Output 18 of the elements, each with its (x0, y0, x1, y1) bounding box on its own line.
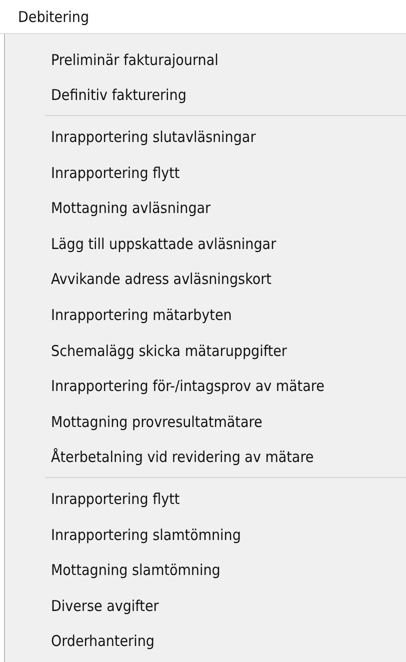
menu-item[interactable]: Inrapportering slamtömning (5, 516, 406, 552)
menu-item[interactable]: Orderhantering (5, 624, 406, 660)
menu-item[interactable]: Mottagning slamtömning (5, 552, 406, 588)
menu-item[interactable]: Inrapportering mätarbyten (5, 297, 406, 333)
menu-item[interactable]: Återbetalning vid revidering av mätare (5, 440, 406, 476)
menu-item[interactable]: Inrapportering för-/intagsprov av mätare (5, 368, 406, 404)
menu-item[interactable]: Inrapportering flytt (5, 154, 406, 190)
menu-item[interactable]: Diverse avgifter (5, 588, 406, 624)
menu-item[interactable]: Inrapportering slutavläsningar (5, 119, 406, 155)
menu-item[interactable]: Definitiv fakturering (5, 78, 406, 114)
menu-item[interactable]: Mottagning provresultatmätare (5, 404, 406, 440)
menu-item[interactable]: Lägg till uppskattade avläsningar (5, 226, 406, 262)
menu-item[interactable]: Preliminär fakturajournal (5, 42, 406, 78)
menu-item[interactable]: Mottagning avläsningar (5, 190, 406, 226)
menu-item[interactable]: Schemalägg skicka mätaruppgifter (5, 332, 406, 368)
menu-item[interactable]: Avvikande adress avläsningskort (5, 262, 406, 298)
menu-item[interactable]: Inrapportering flytt (5, 481, 406, 517)
menu-title[interactable]: Debitering (18, 8, 90, 26)
